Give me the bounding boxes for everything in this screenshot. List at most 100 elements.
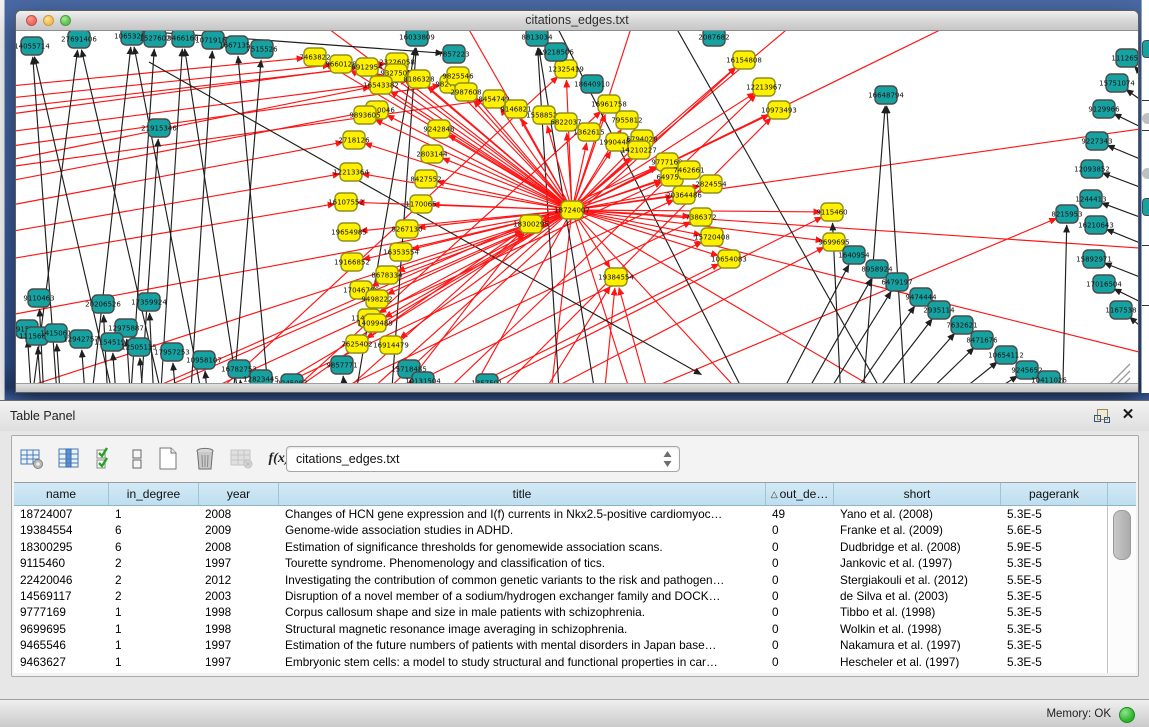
table-row[interactable]: 911546021997Tourette syndrome. Phenomeno…	[14, 555, 1108, 571]
graph-edge[interactable]	[82, 350, 87, 384]
graph-node[interactable]: 2718126	[338, 131, 370, 149]
graph-node[interactable]: 8471676	[966, 331, 998, 349]
graph-edge[interactable]	[362, 174, 572, 210]
graph-node[interactable]: 7462661	[673, 161, 704, 179]
graph-node[interactable]: 2987608	[450, 83, 481, 101]
graph-edge[interactable]	[1114, 114, 1138, 129]
graph-node[interactable]: 8215953	[1051, 205, 1082, 223]
table-row[interactable]: 1830029562008Estimation of significance …	[14, 539, 1108, 555]
graph-edge[interactable]	[1101, 203, 1138, 219]
graph-node[interactable]: 8427552	[410, 170, 441, 188]
show-column-icon[interactable]	[55, 445, 83, 473]
graph-edge[interactable]	[572, 210, 799, 384]
graph-node[interactable]: 9498222	[361, 290, 392, 308]
graph-edge[interactable]	[16, 142, 343, 287]
graph-node[interactable]: 16107552	[328, 193, 364, 211]
table-row[interactable]: 946554611997Estimation of the future num…	[14, 637, 1108, 653]
graph-node[interactable]: 9129966	[1088, 100, 1120, 118]
graph-node[interactable]: 9893605	[349, 106, 380, 124]
table-panel-header[interactable]: Table Panel ✕	[0, 401, 1149, 431]
graph-edge[interactable]	[861, 106, 885, 384]
graph-edge[interactable]	[1106, 229, 1138, 245]
graph-edge[interactable]	[28, 340, 33, 384]
graph-node[interactable]: 2087682	[698, 31, 729, 46]
graph-node[interactable]: 9242848	[423, 120, 454, 138]
graph-node[interactable]: 1112658	[1111, 49, 1138, 67]
graph-node[interactable]: 12213967	[746, 78, 782, 96]
delete-attribute-icon[interactable]	[191, 445, 219, 473]
graph-node[interactable]: 15892971	[1076, 250, 1112, 268]
column-header-in_degree[interactable]: in_degree	[109, 483, 199, 505]
graph-node[interactable]: 15751074	[1099, 74, 1135, 92]
column-header-title[interactable]: title	[279, 483, 766, 505]
table-settings-icon[interactable]	[18, 445, 46, 473]
graph-edge[interactable]	[16, 68, 356, 157]
graph-node[interactable]: 9227343	[1081, 132, 1112, 150]
graph-edge[interactable]	[231, 60, 261, 384]
graph-edge[interactable]	[16, 112, 366, 264]
graph-node[interactable]: 9115460	[816, 203, 847, 221]
graph-node[interactable]: 9466160	[167, 31, 198, 47]
graph-edge[interactable]	[16, 174, 340, 307]
close-panel-icon[interactable]: ✕	[1119, 406, 1137, 424]
graph-node[interactable]: 1527602	[139, 31, 170, 47]
graph-node[interactable]: 8678334	[371, 266, 403, 284]
graph-node[interactable]: 12213364	[333, 163, 369, 181]
graph-node[interactable]: 7386372	[685, 208, 716, 226]
graph-edge[interactable]	[173, 363, 178, 384]
graph-node[interactable]: 7857223	[438, 45, 469, 63]
column-header-pagerank[interactable]: pagerank	[1001, 483, 1108, 505]
graph-node[interactable]: 19384554	[598, 268, 634, 286]
graph-edge[interactable]	[159, 49, 182, 384]
graph-node[interactable]: 2803144	[416, 145, 448, 163]
graph-edge[interactable]	[1126, 89, 1138, 103]
graph-edge[interactable]	[57, 344, 62, 384]
row-height-icon[interactable]	[129, 445, 145, 473]
table-row[interactable]: 2242004622012Investigating the contribut…	[14, 572, 1108, 588]
graph-edge[interactable]	[872, 333, 955, 384]
delete-table-icon[interactable]	[228, 445, 256, 473]
graph-edge[interactable]	[1107, 145, 1138, 161]
graph-node[interactable]: 21915346	[141, 119, 177, 137]
graph-node[interactable]: 14055714	[16, 37, 50, 55]
graph-node[interactable]: 7625402	[341, 335, 372, 353]
table-row[interactable]: 1938455462009Genome-wide association stu…	[14, 522, 1108, 538]
graph-edge[interactable]	[519, 286, 610, 384]
graph-node[interactable]: 18640910	[574, 75, 610, 93]
graph-edge[interactable]	[16, 210, 572, 332]
graph-node[interactable]: 1167538	[1105, 301, 1136, 319]
graph-node[interactable]: 7955812	[611, 111, 642, 129]
graph-node[interactable]: 16648794	[868, 86, 904, 104]
graph-node[interactable]: 27691406	[61, 31, 97, 48]
graph-node[interactable]: 1640954	[838, 246, 870, 264]
graph-edge[interactable]	[1134, 66, 1138, 78]
graph-edge[interactable]	[1062, 225, 1067, 384]
memory-status-indicator[interactable]	[1119, 707, 1135, 723]
select-columns-icon[interactable]	[92, 445, 120, 473]
graph-edge[interactable]	[16, 204, 335, 332]
network-canvas[interactable]: 7463822966012889129542322605893275058186…	[16, 31, 1138, 384]
table-row[interactable]: 977716911998Corpus callosum shape and si…	[14, 604, 1108, 620]
graph-node[interactable]: 1244413	[1075, 190, 1106, 208]
scrollbar-thumb[interactable]	[1113, 510, 1131, 560]
graph-node[interactable]: 19654985	[331, 223, 367, 241]
graph-node[interactable]: 16353554	[383, 243, 419, 261]
graph-node[interactable]: 7515526	[246, 40, 278, 58]
graph-node[interactable]: 12093852	[1074, 160, 1110, 178]
graph-node[interactable]: 8267130	[391, 220, 422, 238]
table-row[interactable]: 1872400712008Changes of HCN gene express…	[14, 506, 1108, 522]
table-row[interactable]: 1456911722003Disruption of a novel membe…	[14, 588, 1108, 604]
float-panel-icon[interactable]	[1094, 409, 1109, 423]
graph-edge[interactable]	[1129, 317, 1138, 330]
graph-node[interactable]: 2824554	[695, 175, 727, 193]
table-scrollbar[interactable]	[1107, 506, 1136, 673]
column-header-short[interactable]: short	[834, 483, 1001, 505]
memory-status-label[interactable]: Memory: OK	[1046, 700, 1111, 727]
graph-edge[interactable]	[442, 158, 572, 210]
column-header-out_degree[interactable]: △out_de…	[766, 483, 834, 505]
window-titlebar[interactable]: citations_edges.txt	[16, 11, 1138, 31]
graph-edge[interactable]	[572, 210, 949, 384]
graph-edge[interactable]	[849, 319, 932, 384]
graph-edge[interactable]	[787, 279, 872, 384]
table-row[interactable]: 946362711997Embryonic stem cells: a mode…	[14, 654, 1108, 670]
